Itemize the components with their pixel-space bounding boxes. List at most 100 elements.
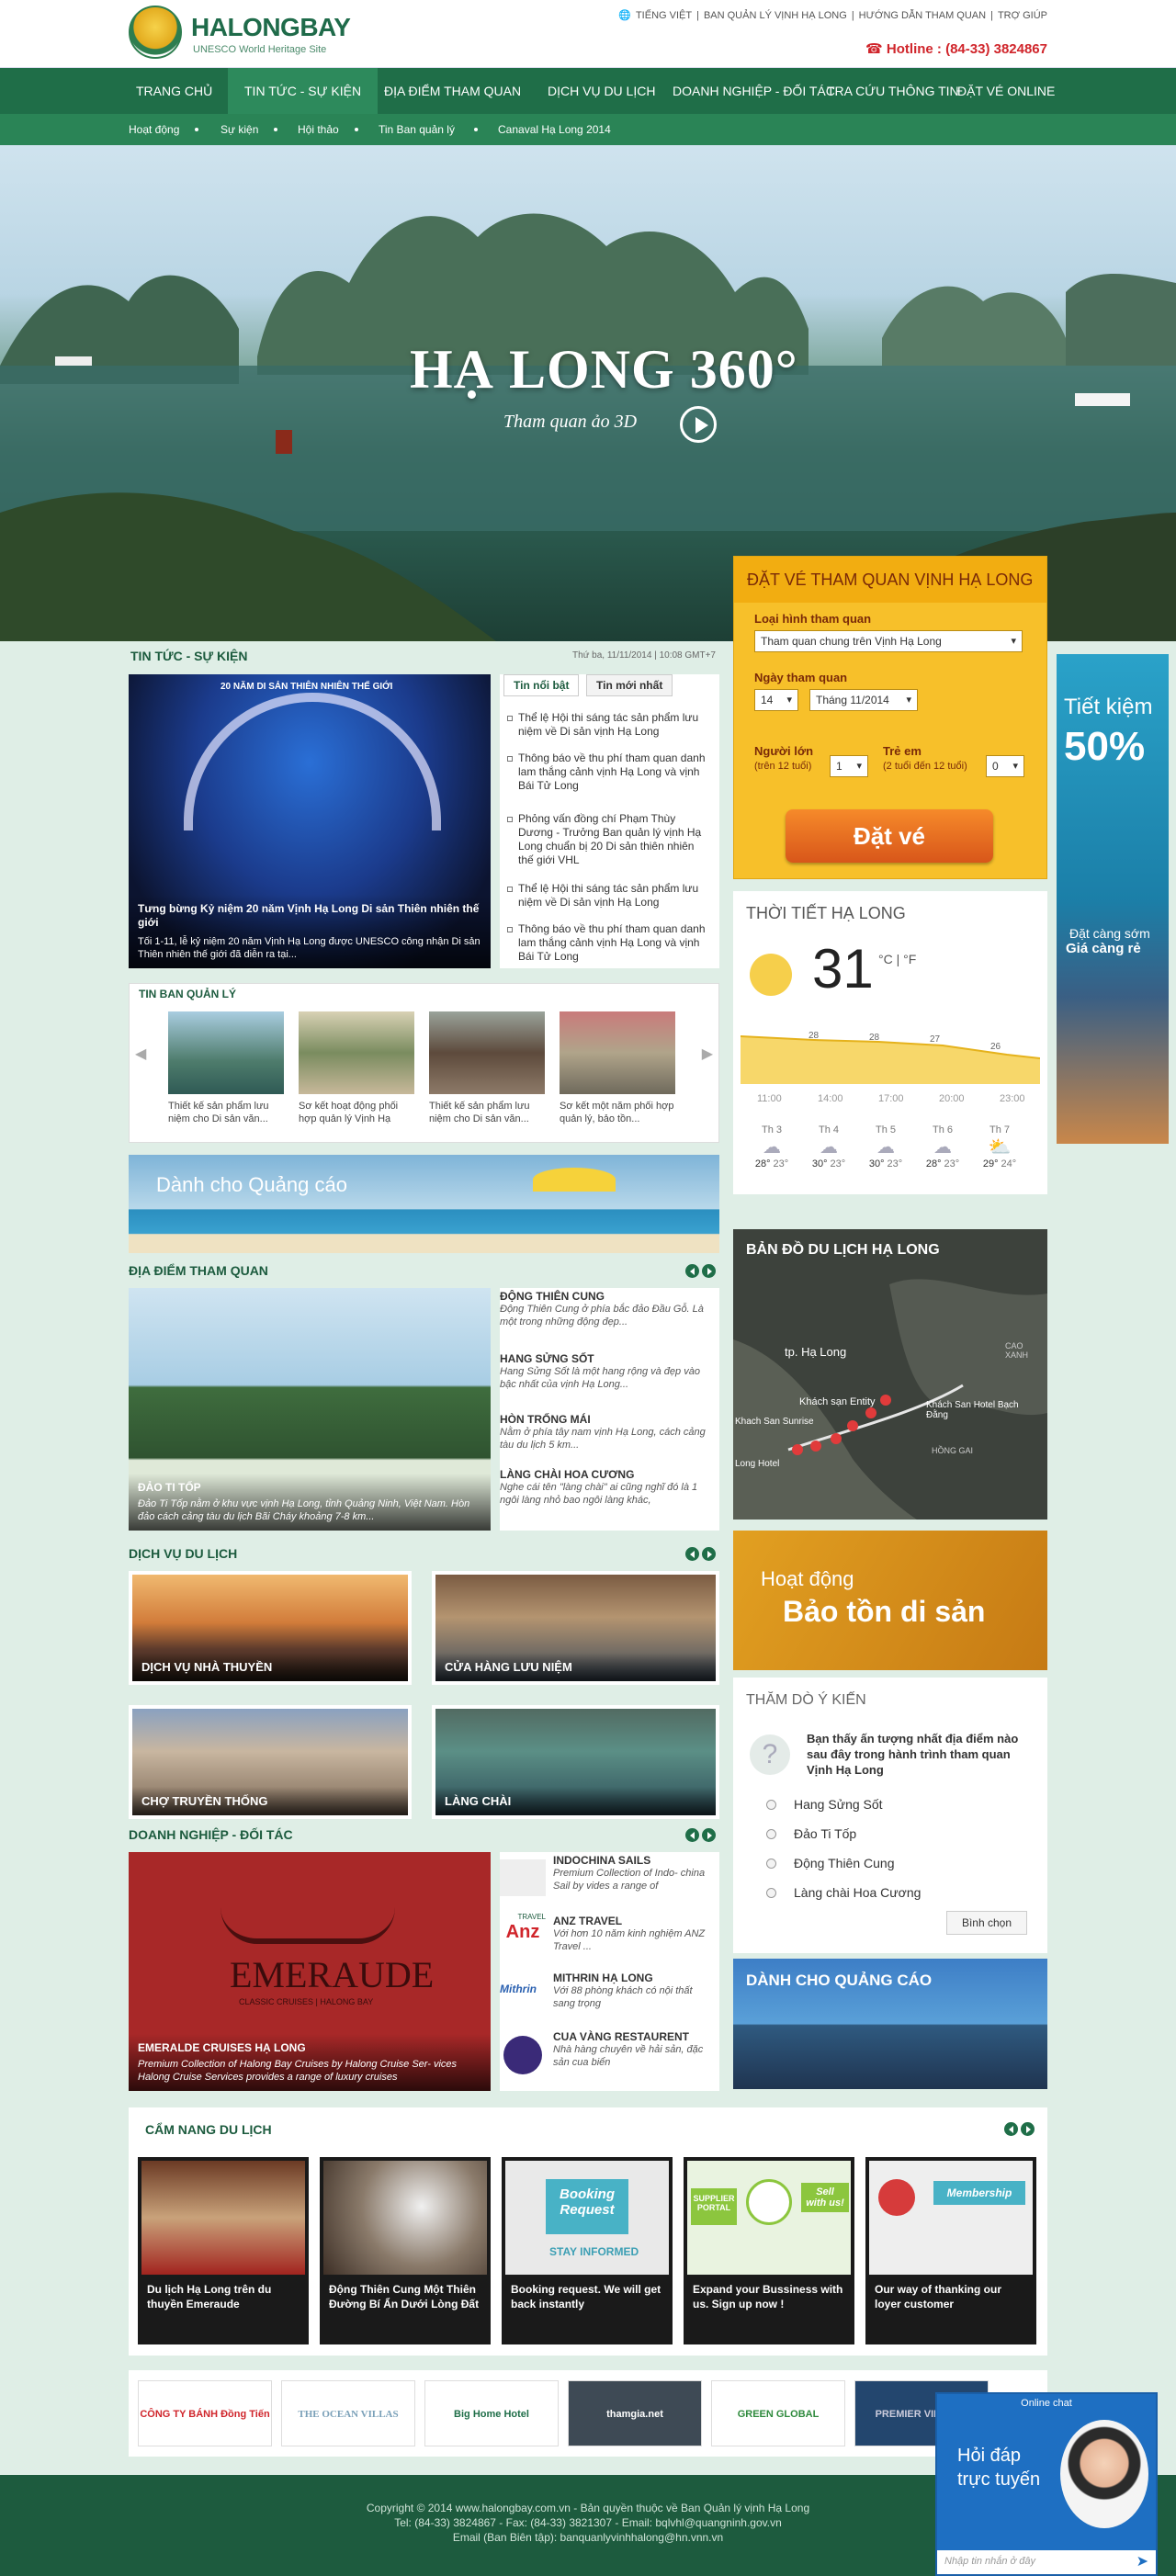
promo-side-banner[interactable]: Tiết kiệm 50% Đặt càng sớm Giá càng rẻ (1057, 654, 1169, 1144)
prev-arrow-icon[interactable] (1004, 2122, 1018, 2136)
poll-option[interactable]: Đảo Ti Tốp (794, 1826, 856, 1841)
partner-logo[interactable]: CÔNG TY BÁNH Đồng Tiến (138, 2380, 272, 2446)
poll-radio[interactable] (766, 1829, 776, 1839)
nav-partners[interactable]: DOANH NGHIỆP - ĐỐI TÁC (673, 68, 835, 114)
mgmt-news-caption[interactable]: Thiết kế sản phẩm lưu niệm cho Di sản vă… (429, 1100, 545, 1125)
top-link-management[interactable]: BAN QUẢN LÝ VỊNH HẠ LONG (704, 10, 847, 21)
partner-desc: Nhà hàng chuyên về hải sản, đặc sản cua … (553, 2044, 704, 2068)
weather-units[interactable]: °C | °F (878, 952, 916, 966)
guide-card[interactable]: Booking Request STAY INFORMED Booking re… (502, 2157, 673, 2344)
next-arrow-icon[interactable] (702, 1547, 716, 1561)
partner-logo[interactable]: Big Home Hotel (424, 2380, 559, 2446)
tab-latest-news[interactable]: Tin mới nhất (586, 674, 673, 696)
partner-logo[interactable]: GREEN GLOBAL (711, 2380, 845, 2446)
service-card[interactable]: LÀNG CHÀI (432, 1705, 719, 1819)
mgmt-news-thumb[interactable] (560, 1011, 675, 1094)
news-list-item[interactable]: Thể lệ Hội thi sáng tác sản phẩm lưu niệ… (507, 711, 711, 739)
chat-input[interactable]: Nhập tin nhắn ở đây ➤ (937, 2550, 1156, 2574)
guide-card[interactable]: Du lịch Hạ Long trên du thuyền Emeraude (138, 2157, 309, 2344)
nav-lookup[interactable]: TRA CỨU THÔNG TIN (827, 68, 959, 114)
nav-home[interactable]: TRANG CHỦ (136, 68, 212, 114)
partner-logo[interactable]: thamgia.net (568, 2380, 702, 2446)
partner-logo[interactable]: THE OCEAN VILLAS (281, 2380, 415, 2446)
next-arrow-icon[interactable] (1021, 2122, 1035, 2136)
subnav-seminars[interactable]: Hội thảo (298, 114, 339, 145)
poll-radio[interactable] (766, 1888, 776, 1898)
subnav-activities[interactable]: Hoạt động (129, 114, 179, 145)
poll-option[interactable]: Động Thiên Cung (794, 1856, 894, 1870)
carousel-prev-icon[interactable]: ◀ (135, 1045, 146, 1063)
ad-banner[interactable]: Dành cho Quảng cáo (129, 1155, 719, 1253)
visit-month-select[interactable]: Tháng 11/2014 (809, 689, 918, 711)
place-item[interactable]: LÀNG CHÀI HOA CƯƠNG Nghe cái tên "làng ch… (500, 1468, 717, 1507)
mgmt-news-caption[interactable]: Sơ kết hoạt động phối hợp quản lý Vịnh H… (299, 1100, 414, 1125)
vote-button[interactable]: Bình chọn (946, 1911, 1027, 1935)
site-logo[interactable]: HALONGBAY UNESCO World Heritage Site (129, 6, 351, 61)
book-ticket-button[interactable]: Đặt vé (786, 809, 993, 863)
side-ad-banner[interactable]: DÀNH CHO QUẢNG CÁO (733, 1959, 1047, 2089)
guide-nav-arrows[interactable] (1001, 2122, 1038, 2137)
service-card[interactable]: CHỢ TRUYỀN THỐNG (129, 1705, 412, 1819)
subnav-carnival[interactable]: Canaval Hạ Long 2014 (498, 114, 611, 145)
prev-arrow-icon[interactable] (685, 1264, 699, 1278)
partner-item[interactable]: INDOCHINA SAILS Premium Collection of Ind… (553, 1854, 717, 1892)
prev-arrow-icon[interactable] (685, 1828, 699, 1842)
play-icon[interactable] (680, 406, 717, 443)
partner-item[interactable]: ANZ TRAVEL Với hơn 10 năm kinh nghiệm ANZ… (553, 1915, 717, 1953)
next-arrow-icon[interactable] (702, 1264, 716, 1278)
nav-booking[interactable]: ĐẶT VÉ ONLINE (957, 68, 1055, 114)
mgmt-news-thumb[interactable] (429, 1011, 545, 1094)
guide-card[interactable]: Động Thiên Cung Một Thiên Đường Bí Ẩn Dư… (320, 2157, 491, 2344)
place-item[interactable]: HÒN TRỐNG MÁI Nằm ở phía tây nam vịnh Hạ … (500, 1413, 717, 1452)
nav-services[interactable]: DỊCH VỤ DU LỊCH (548, 68, 655, 114)
child-count-select[interactable]: 0 (986, 755, 1024, 777)
guide-card[interactable]: Membership Our way of thanking our loyer… (865, 2157, 1036, 2344)
send-icon[interactable]: ➤ (1136, 2552, 1148, 2570)
partner-feature-card[interactable]: EMERAUDE CLASSIC CRUISES | HALONG BAY EM… (129, 1852, 491, 2091)
next-arrow-icon[interactable] (702, 1828, 716, 1842)
subnav-mgmt-news[interactable]: Tin Ban quản lý (379, 114, 455, 145)
places-nav-arrows[interactable] (683, 1264, 719, 1279)
mgmt-news-caption[interactable]: Thiết kế sản phẩm lưu niệm cho Di sản vă… (168, 1100, 284, 1125)
mgmt-news-thumb[interactable] (168, 1011, 284, 1094)
partner-item[interactable]: MITHRIN HẠ LONG Với 88 phòng khách có nội… (553, 1972, 717, 2010)
time-label: 20:00 (939, 1093, 965, 1104)
news-list-item[interactable]: Thể lệ Hội thi sáng tác sản phẩm lưu niệ… (507, 882, 711, 910)
visit-day-select[interactable]: 14 (754, 689, 798, 711)
partners-nav-arrows[interactable] (683, 1828, 719, 1843)
poll-radio[interactable] (766, 1859, 776, 1869)
top-link-help[interactable]: TRỢ GIÚP (998, 10, 1047, 21)
news-feature-card[interactable]: 20 NĂM DI SẢN THIÊN NHIÊN THẾ GIỚI Tưng … (129, 674, 491, 968)
online-chat-widget[interactable]: Online chat Hỏi đáp trực tuyến Nhập tin … (935, 2392, 1158, 2576)
adult-count-select[interactable]: 1 (830, 755, 868, 777)
prev-arrow-icon[interactable] (685, 1547, 699, 1561)
heritage-banner[interactable]: Hoạt động Bảo tồn di sản (733, 1531, 1047, 1670)
subnav-events[interactable]: Sự kiện (220, 114, 258, 145)
news-list-item[interactable]: Phỏng vấn đồng chí Phạm Thùy Dương - Trư… (507, 812, 711, 867)
mgmt-news-thumb[interactable] (299, 1011, 414, 1094)
news-list-item[interactable]: Thông báo về thu phí tham quan danh lam … (507, 922, 711, 964)
places-feature-card[interactable]: ĐẢO TI TỐP Đảo Ti Tốp nằm ở khu vực vịnh… (129, 1288, 491, 1531)
top-link-guide[interactable]: HƯỚNG DẪN THAM QUAN (859, 10, 986, 21)
feature-title[interactable]: Tưng bừng Kỷ niệm 20 năm Vịnh Hạ Long Di… (138, 902, 481, 930)
tour-type-select[interactable]: Tham quan chung trên Vịnh Hạ Long (754, 630, 1023, 652)
carousel-next-icon[interactable]: ▶ (702, 1045, 713, 1063)
poll-option[interactable]: Hang Sửng Sốt (794, 1797, 883, 1812)
mgmt-news-caption[interactable]: Sơ kết một năm phối hợp quản lý, bảo tồn… (560, 1100, 675, 1125)
partner-item[interactable]: CUA VÀNG RESTAURENT Nhà hàng chuyên về hả… (553, 2030, 717, 2069)
nav-news[interactable]: TIN TỨC - SỰ KIỆN (228, 68, 379, 114)
place-item[interactable]: ĐỘNG THIÊN CUNG Động Thiên Cung ở phía bắ… (500, 1290, 717, 1328)
poll-option[interactable]: Làng chài Hoa Cương (794, 1885, 921, 1900)
tourism-map[interactable]: BẢN ĐỒ DU LỊCH HẠ LONG tp. Hạ Long Khách… (733, 1229, 1047, 1520)
top-link-language[interactable]: TIẾNG VIỆT (636, 10, 692, 21)
nav-places[interactable]: ĐỊA ĐIỂM THAM QUAN (384, 68, 521, 114)
place-item[interactable]: HANG SỬNG SỐT Hang Sửng Sốt là một hang r… (500, 1352, 717, 1391)
tab-hot-news[interactable]: Tin nổi bật (503, 674, 580, 696)
service-card[interactable]: DỊCH VỤ NHÀ THUYỀN (129, 1571, 412, 1685)
news-list-item[interactable]: Thông báo về thu phí tham quan danh lam … (507, 751, 711, 793)
service-card[interactable]: CỬA HÀNG LƯU NIỆM (432, 1571, 719, 1685)
guide-card[interactable]: SUPPLIER PORTAL Sell with us! Expand you… (684, 2157, 854, 2344)
poll-radio[interactable] (766, 1800, 776, 1810)
partners-section-title: DOANH NGHIỆP - ĐỐI TÁC (129, 1827, 293, 1842)
services-nav-arrows[interactable] (683, 1547, 719, 1562)
